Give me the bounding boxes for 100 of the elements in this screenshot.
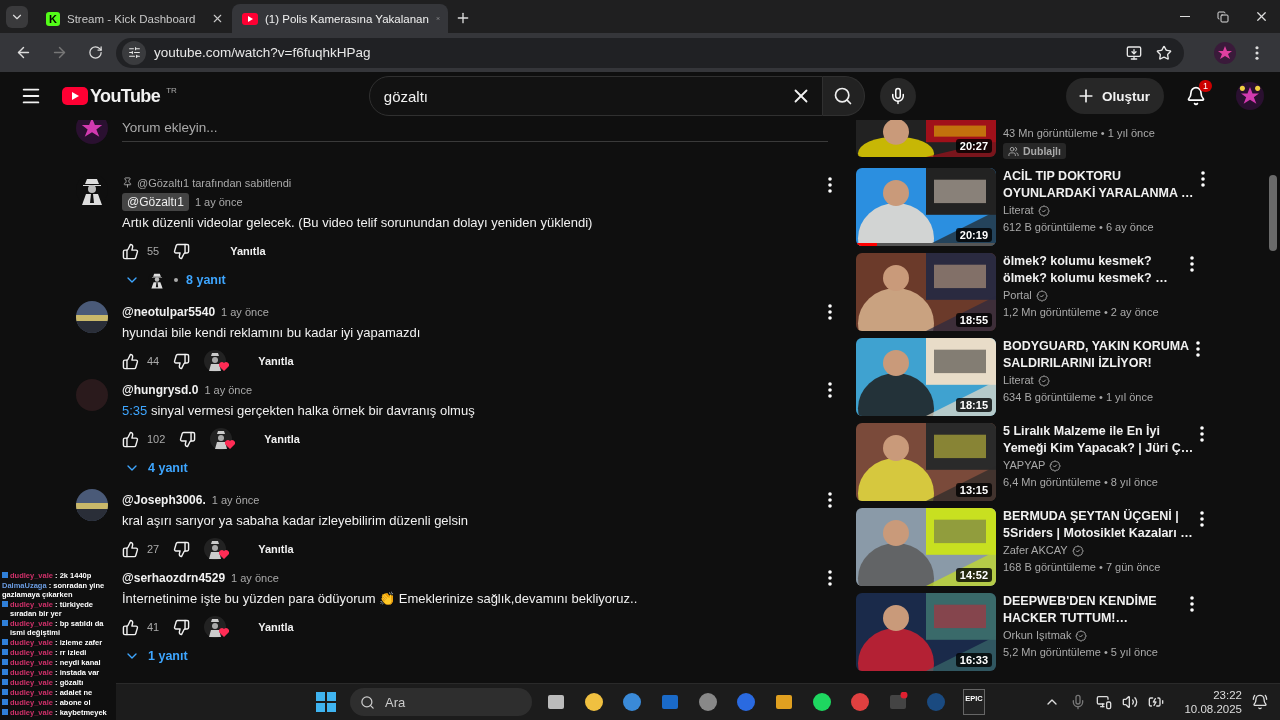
timestamp-link[interactable]: 5:35	[122, 403, 148, 418]
video-stats: 634 B görüntüleme • 1 yıl önce	[1003, 390, 1154, 405]
clock[interactable]: 23:22 10.08.2025	[1184, 688, 1242, 716]
verified-icon	[1037, 374, 1050, 387]
comment-time[interactable]: 1 ay önce	[231, 572, 279, 584]
more-icon	[828, 381, 832, 398]
more-icon	[1199, 510, 1204, 527]
comment-author[interactable]: @hungrysd.0	[122, 383, 199, 397]
notifications-button[interactable]: 1	[1180, 80, 1212, 112]
replies-button[interactable]: 8 yanıt	[116, 267, 234, 293]
video-stats: 612 B görüntüleme • 6 ay önce	[1003, 220, 1155, 235]
verified-icon	[1049, 459, 1062, 472]
more-icon	[1255, 45, 1259, 60]
channel-name[interactable]: Literat	[1003, 202, 1034, 219]
dislike-button[interactable]	[179, 430, 197, 448]
reply-button[interactable]: Yanıtla	[248, 537, 304, 561]
video-title[interactable]: Yemeği Kim Yapacak? | Jüri Ç…	[1003, 440, 1194, 457]
channel-name[interactable]: Orkun Işıtmak	[1003, 627, 1072, 644]
more-icon	[1200, 425, 1205, 442]
reply-button[interactable]: Yanıtla	[254, 427, 310, 451]
video-title[interactable]: 5 Liralık Malzeme ile En İyi	[1003, 423, 1194, 440]
like-count: 41	[147, 621, 160, 633]
channel-name[interactable]: YAPYAP	[1003, 457, 1046, 474]
comment-time[interactable]: 1 ay önce	[221, 306, 269, 318]
taskbar-search[interactable]: Ara	[350, 688, 532, 716]
network-icon[interactable]	[1096, 694, 1113, 710]
video-title[interactable]: SALDIRILARINI İZLİYOR!	[1003, 355, 1190, 372]
comment-time[interactable]: 1 ay önce	[211, 494, 260, 506]
dislike-button[interactable]	[173, 242, 191, 260]
like-button[interactable]	[122, 540, 139, 558]
reply-button[interactable]: Yanıtla	[248, 349, 304, 373]
like-button[interactable]	[122, 430, 139, 448]
dislike-button[interactable]	[173, 352, 191, 370]
more-icon	[828, 303, 832, 320]
thumbs-up-icon	[122, 242, 139, 260]
bookmark-icon[interactable]	[1156, 44, 1172, 61]
channel-name[interactable]: Zafer AKCAY	[1003, 542, 1068, 559]
verified-icon	[1071, 544, 1084, 557]
video-stats: 6,4 Mn görüntüleme • 8 yıl önce	[1003, 475, 1159, 490]
verified-icon	[1035, 289, 1048, 302]
plus-icon	[455, 10, 471, 26]
video-stats: 5,2 Mn görüntüleme • 5 yıl önce	[1003, 645, 1159, 660]
replies-button[interactable]: 1 yanıt	[116, 643, 196, 669]
search-field[interactable]: gözaltı	[368, 76, 823, 116]
reply-button[interactable]: Yanıtla	[248, 615, 304, 639]
battery-icon[interactable]	[1148, 694, 1165, 710]
create-button[interactable]: Oluştur	[1066, 78, 1164, 114]
like-button[interactable]	[122, 352, 139, 370]
video-duration: 14:52	[955, 568, 992, 582]
like-button[interactable]	[122, 618, 139, 636]
comment-time[interactable]: 1 ay önce	[204, 384, 253, 396]
install-icon[interactable]	[1126, 44, 1142, 61]
video-title[interactable]: ölmek? kolumu kesmek?	[1003, 253, 1183, 270]
thumbs-down-icon	[173, 352, 191, 370]
channel-name[interactable]: Portal	[1003, 287, 1032, 304]
replies-button[interactable]: 4 yanıt	[116, 455, 196, 481]
youtube-logo[interactable]: YouTube TR	[62, 85, 177, 107]
video-title[interactable]: DEEPWEB'DEN KENDİME	[1003, 593, 1183, 610]
thumbs-down-icon	[173, 242, 191, 260]
comment-time[interactable]: 1 ay önce	[194, 196, 243, 208]
browser-tab[interactable]: (1) Polis Kamerasına Yakalanan	[232, 4, 448, 33]
video-duration: 18:15	[955, 398, 992, 412]
notification-icon[interactable]	[1252, 694, 1268, 710]
creator-heart-icon	[204, 349, 231, 373]
creator-heart-icon	[204, 537, 231, 561]
volume-icon[interactable]	[1122, 694, 1139, 710]
comment-field[interactable]: Yorum ekleyin...	[122, 120, 828, 142]
browser-tab[interactable]: K Stream - Kick Dashboard	[36, 4, 232, 33]
search-button[interactable]	[822, 76, 865, 116]
comment-author[interactable]: @serhaozdrn4529	[122, 571, 226, 585]
video-title[interactable]: ölmek? kolumu kesmek? …	[1003, 270, 1183, 287]
video-title[interactable]: OYUNLARDAKİ YARALANMA …	[1003, 185, 1194, 202]
address-bar[interactable]: youtube.com/watch?v=f6fuqhkHPag	[116, 37, 1184, 68]
video-title[interactable]: 5Sriders | Motosiklet Kazaları …	[1003, 525, 1193, 542]
comment-author[interactable]: @Joseph3006.	[122, 493, 206, 507]
channel-name[interactable]: Literat	[1003, 372, 1034, 389]
thumbs-down-icon	[179, 430, 197, 448]
dislike-button[interactable]	[173, 540, 191, 558]
verified-icon	[1075, 629, 1088, 642]
avatar-icon	[76, 120, 108, 144]
video-title[interactable]: BODYGUARD, YAKIN KORUMA	[1003, 338, 1190, 355]
comment-author[interactable]: @neotulpar5540	[122, 305, 216, 319]
thumbs-up-icon	[122, 352, 139, 370]
video-title[interactable]: ACİL TIP DOKTORU	[1003, 168, 1194, 185]
profile-avatar[interactable]	[1236, 82, 1264, 110]
search-icon	[833, 86, 854, 106]
video-title[interactable]: BERMUDA ŞEYTAN ÜÇGENİ |	[1003, 508, 1193, 525]
video-stats: 43 Mn görüntüleme • 1 yıl önce	[1003, 126, 1156, 141]
reply-button[interactable]: Yanıtla	[220, 239, 276, 263]
tab-list-button[interactable]	[6, 6, 28, 28]
more-icon	[828, 491, 832, 508]
thumbs-up-icon	[122, 618, 139, 636]
video-title[interactable]: HACKER TUTTUM!…	[1003, 610, 1183, 627]
scrollbar-thumb[interactable]	[1269, 175, 1277, 251]
site-info-button[interactable]	[122, 40, 146, 65]
comment-author[interactable]: @Gözaltı1	[122, 193, 189, 211]
like-button[interactable]	[122, 242, 139, 260]
voice-search-button[interactable]	[879, 78, 916, 114]
dislike-button[interactable]	[173, 618, 191, 636]
more-icon	[1200, 170, 1205, 187]
